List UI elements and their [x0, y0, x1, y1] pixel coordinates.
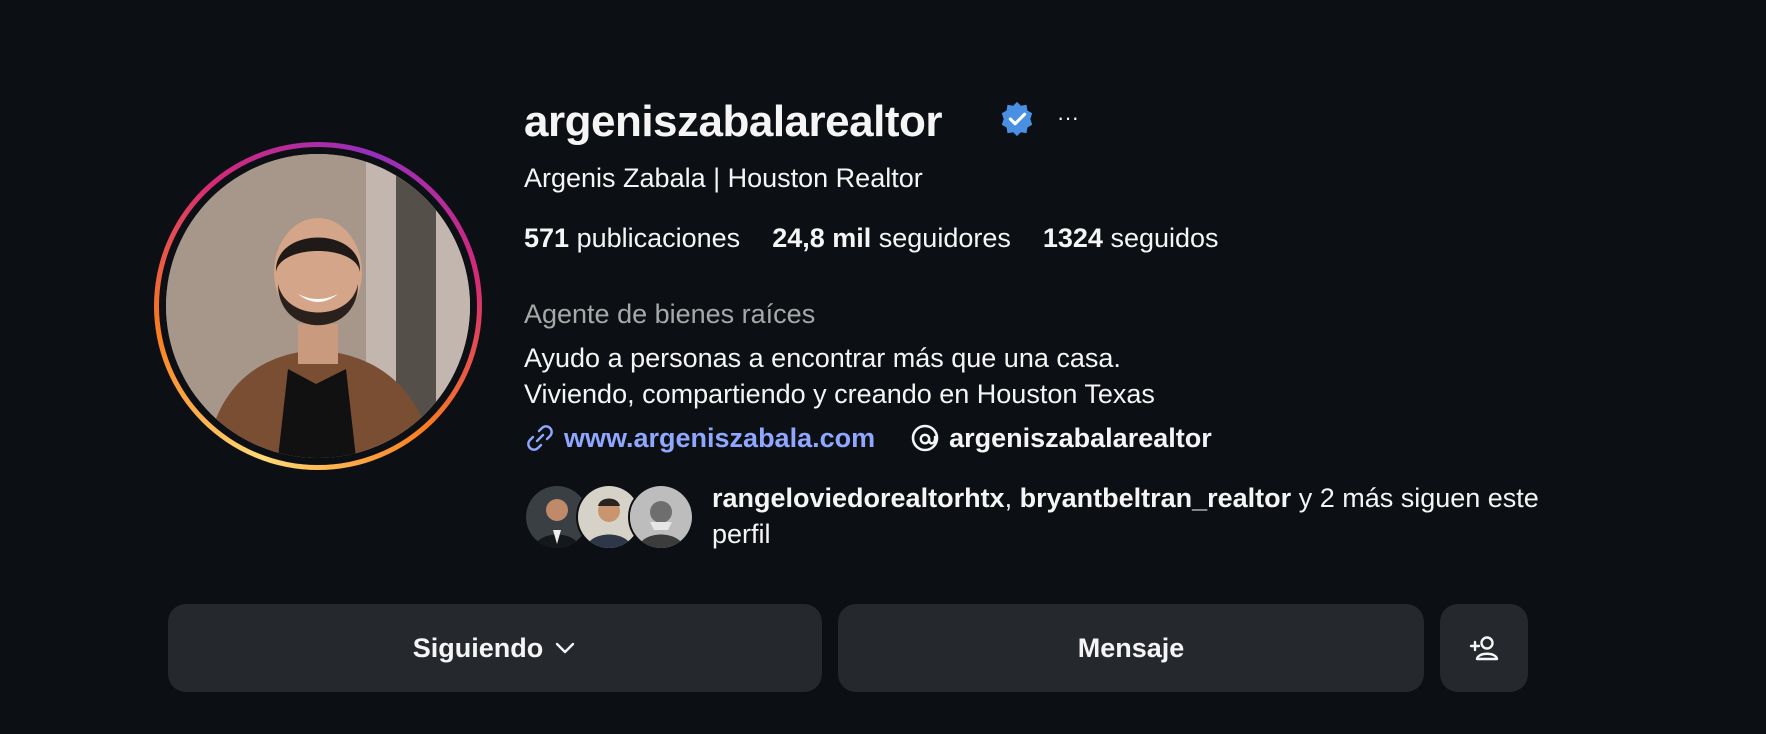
following-count: 1324 — [1042, 223, 1103, 253]
bio-line-2: Viviendo, compartiendo y creando en Hous… — [524, 379, 1155, 409]
posts-stat: 571 publicaciones — [524, 220, 740, 256]
mutual-user-2[interactable]: bryantbeltran_realtor — [1020, 483, 1292, 513]
message-button[interactable]: Mensaje — [838, 604, 1424, 692]
suggest-people-button[interactable] — [1440, 604, 1528, 692]
avatar-photo — [166, 154, 470, 458]
verified-badge-icon — [1001, 101, 1033, 137]
link-icon — [527, 425, 553, 451]
threads-link[interactable]: argeniszabalarealtor — [909, 422, 1212, 454]
posts-count: 571 — [524, 223, 570, 253]
mutual-followers-avatars[interactable] — [524, 484, 696, 550]
following-label: seguidos — [1110, 223, 1219, 253]
chevron-down-icon — [556, 642, 575, 654]
posts-label: publicaciones — [576, 223, 741, 253]
links-row: www.argeniszabala.com argeniszabalarealt… — [524, 418, 1212, 458]
mutual-user-1[interactable]: rangeloviedorealtorhtx — [712, 483, 1005, 513]
full-name: Argenis Zabala | Houston Realtor — [524, 163, 923, 193]
bio-line-1: Ayudo a personas a encontrar más que una… — [524, 343, 1121, 373]
threads-icon — [911, 424, 939, 452]
mutual-separator: , — [1004, 483, 1020, 513]
following-button[interactable]: Siguiendo — [168, 604, 822, 692]
followers-count: 24,8 mil — [772, 223, 872, 253]
more-options-icon[interactable]: ··· — [1054, 104, 1082, 132]
threads-handle: argeniszabalarealtor — [949, 422, 1212, 453]
followers-stat[interactable]: 24,8 mil seguidores — [772, 220, 1011, 256]
profile-avatar[interactable] — [154, 142, 482, 470]
followers-label: seguidores — [878, 223, 1011, 253]
mutual-avatar — [628, 484, 694, 550]
following-stat[interactable]: 1324 seguidos — [1043, 220, 1219, 256]
website-link[interactable]: www.argeniszabala.com — [564, 423, 875, 454]
username: argeniszabalarealtor — [524, 97, 942, 146]
profile-category: Agente de bienes raíces — [524, 299, 816, 329]
profile-stats: 571 publicaciones 24,8 mil seguidores 13… — [524, 220, 1219, 256]
following-button-label: Siguiendo — [412, 632, 544, 663]
avatar-portrait-image — [166, 154, 470, 458]
mutual-followers-text[interactable]: rangeloviedorealtorhtx, bryantbeltran_re… — [712, 480, 1552, 552]
add-person-icon — [1469, 636, 1499, 661]
message-button-label: Mensaje — [1077, 632, 1185, 663]
